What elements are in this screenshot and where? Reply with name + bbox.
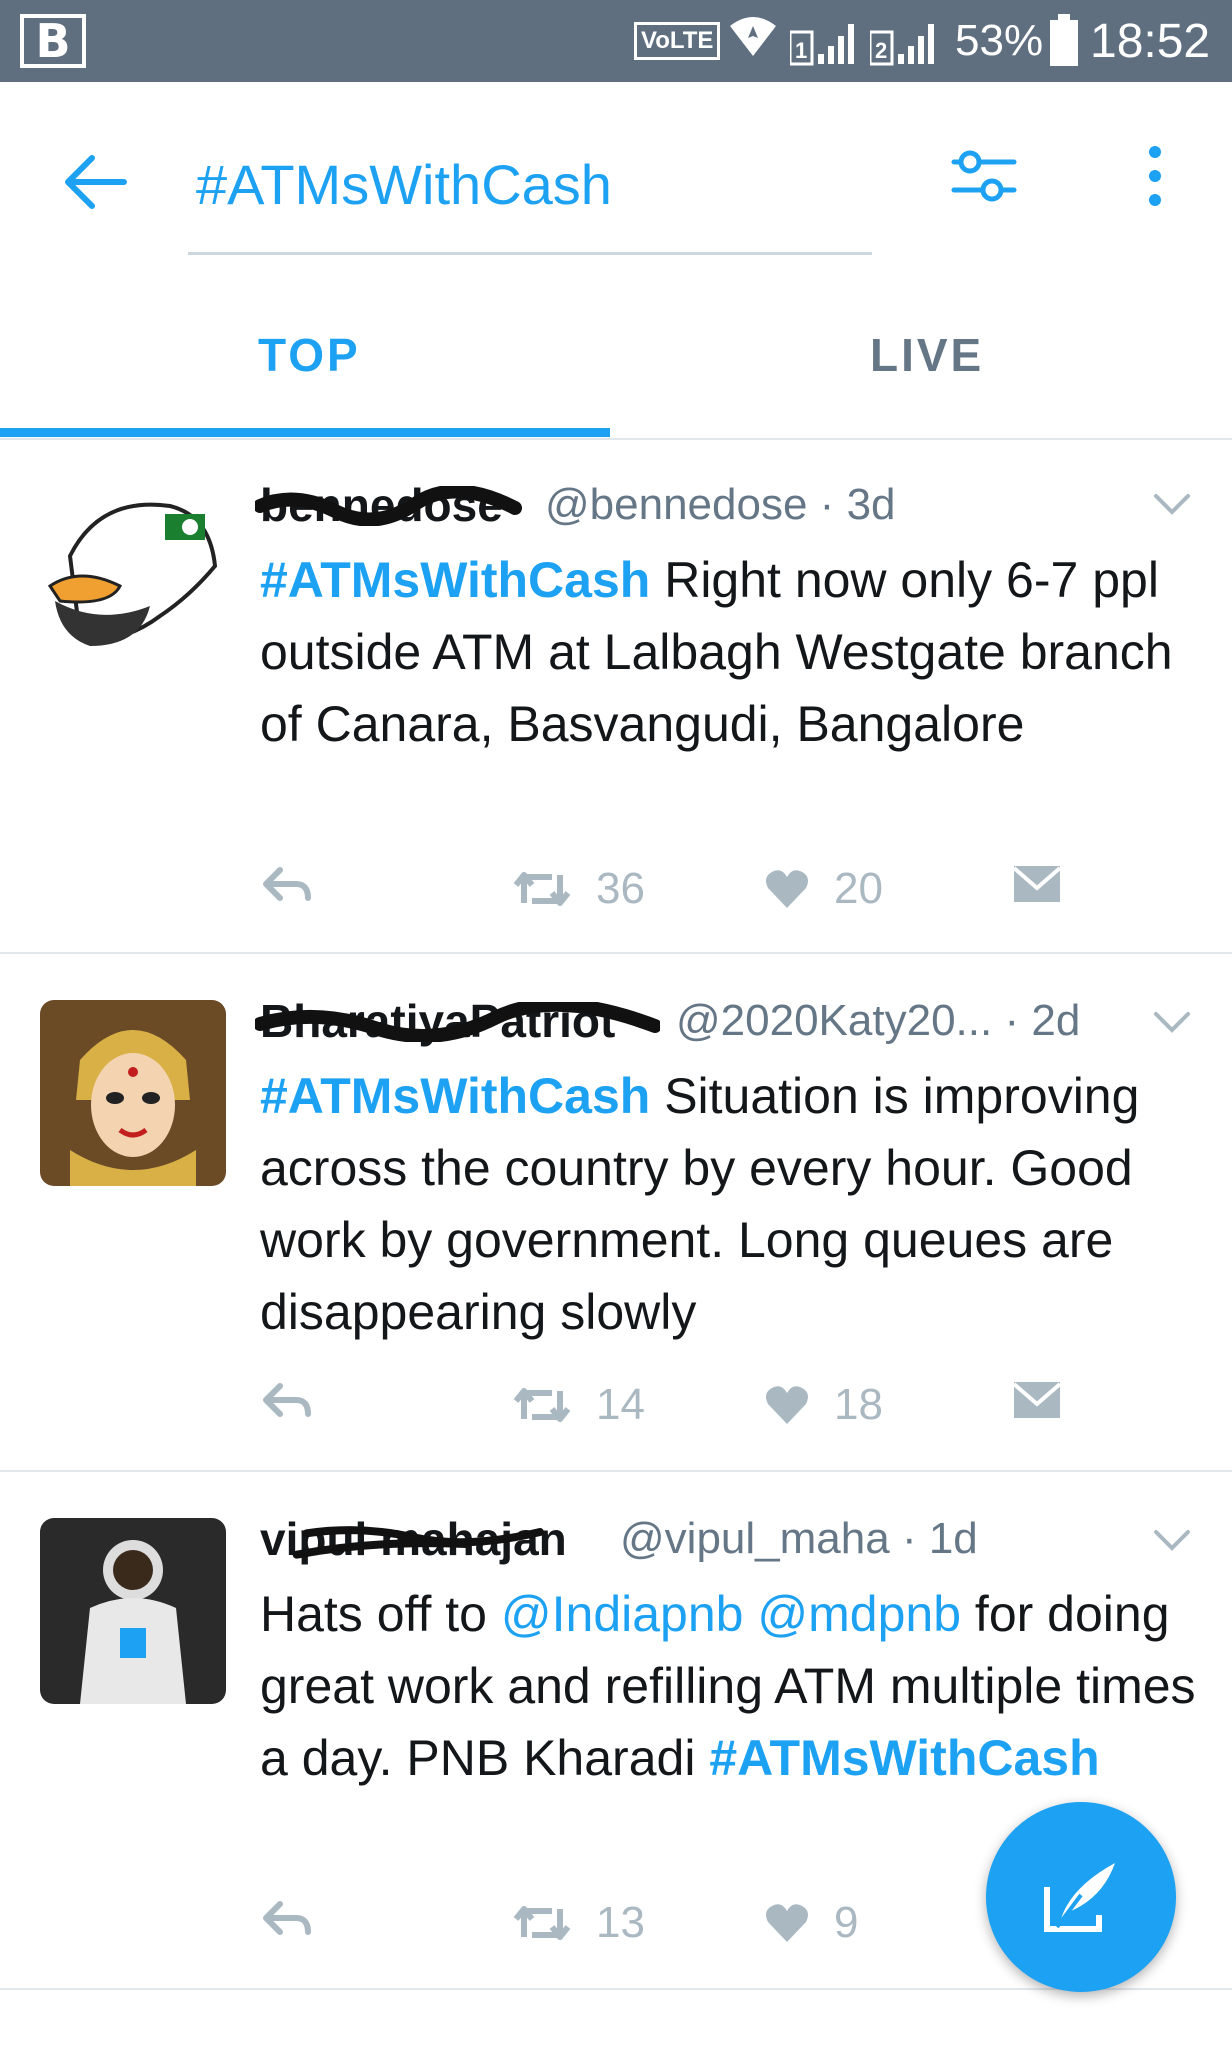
like-button[interactable]: 20 [764,864,883,914]
reply-icon[interactable] [260,1898,336,1938]
more-options-icon[interactable] [1140,144,1170,213]
tweet-time: 1d [928,1514,978,1563]
tab-top[interactable]: TOP [258,328,361,382]
status-bar: B VoLTE 1 2 53% 18:52 [0,0,1232,82]
tweet-text: #ATMsWithCash Right now only 6-7 ppl out… [260,544,1200,760]
volte-indicator: VoLTE [634,22,721,60]
tweet-meta: @2020Katy20... · 2d [676,996,1080,1046]
search-query[interactable]: #ATMsWithCash [196,152,612,217]
reply-icon[interactable] [260,1380,336,1420]
retweet-icon [513,1388,571,1422]
retweet-icon [513,1906,571,1940]
tweet-actions: 36 20 [260,864,1140,924]
direct-message-icon[interactable] [1012,1380,1086,1420]
signal-sim2-icon: 2 [868,18,942,73]
wifi-icon [728,14,778,68]
like-count: 20 [834,864,883,913]
tweet-text: #ATMsWithCash Situation is improving acr… [260,1060,1200,1348]
tweet-actions: 14 18 [260,1380,1140,1440]
tweet-handle[interactable]: @vipul_maha [620,1514,890,1563]
separator: · [819,480,847,529]
filter-icon[interactable] [950,144,1018,213]
heart-icon [766,870,808,908]
hashtag[interactable]: #ATMsWithCash [260,1068,650,1124]
tweet-time: 2d [1031,996,1081,1045]
retweet-count: 14 [596,1380,645,1429]
tab-live[interactable]: LIVE [870,328,984,382]
search-header: #ATMsWithCash [0,82,1232,278]
mention-link[interactable]: @Indiapnb [501,1586,744,1642]
retweet-count: 36 [596,864,645,913]
redaction-scribble [292,1526,544,1559]
clock: 18:52 [1090,15,1211,68]
separator: · [901,1514,929,1563]
tweet-meta: @bennedose · 3d [545,480,896,530]
avatar[interactable] [40,1518,226,1704]
like-button[interactable]: 18 [764,1380,883,1430]
separator: · [1004,996,1032,1045]
active-tab-indicator [0,428,610,437]
avatar[interactable] [40,476,226,662]
hashtag[interactable]: #ATMsWithCash [709,1730,1099,1786]
like-count: 18 [834,1380,883,1429]
app-notification-icon: B [20,14,86,68]
chevron-down-icon[interactable] [1152,492,1192,521]
like-button[interactable]: 9 [764,1898,858,1948]
tweet-meta: @vipul_maha · 1d [620,1514,978,1564]
retweet-count: 13 [596,1898,645,1947]
retweet-button[interactable]: 13 [512,1898,645,1948]
hashtag[interactable]: #ATMsWithCash [260,552,650,608]
compose-tweet-button[interactable] [986,1802,1176,1992]
heart-icon [766,1904,808,1942]
redaction-scribble [255,486,522,526]
back-arrow-icon[interactable] [62,152,128,217]
chevron-down-icon[interactable] [1152,1528,1192,1557]
tweet-text-segment: Hats off to [260,1586,501,1642]
svg-text:1: 1 [795,38,807,63]
direct-message-icon[interactable] [1012,864,1086,904]
tweet-text: Hats off to @Indiapnb @mdpnb for doing g… [260,1578,1200,1794]
tweet-handle[interactable]: @bennedose [545,480,807,529]
redaction-scribble [255,1002,660,1042]
signal-sim1-icon: 1 [788,18,862,73]
svg-text:2: 2 [875,38,887,63]
retweet-button[interactable]: 14 [512,1380,645,1430]
mention-link[interactable]: @mdpnb [757,1586,961,1642]
tweet-time: 3d [846,480,896,529]
tweet-card[interactable]: BharatiyaPatriot @2020Katy20... · 2d #AT… [0,954,1232,1472]
tweet-card[interactable]: bennedose @bennedose · 3d #ATMsWithCash … [0,440,1232,954]
retweet-button[interactable]: 36 [512,864,645,914]
battery-icon [1050,14,1078,66]
like-count: 9 [834,1898,859,1947]
retweet-icon [513,872,571,906]
avatar[interactable] [40,1000,226,1186]
reply-icon[interactable] [260,864,336,904]
search-tabs: TOP LIVE [0,278,1232,440]
tweet-text-segment [743,1586,757,1642]
heart-icon [766,1386,808,1424]
chevron-down-icon[interactable] [1152,1010,1192,1039]
tweet-handle[interactable]: @2020Katy20... [676,996,992,1045]
compose-quill-icon [1044,1863,1115,1932]
search-underline [188,252,872,255]
battery-percent: 53% [955,16,1044,65]
